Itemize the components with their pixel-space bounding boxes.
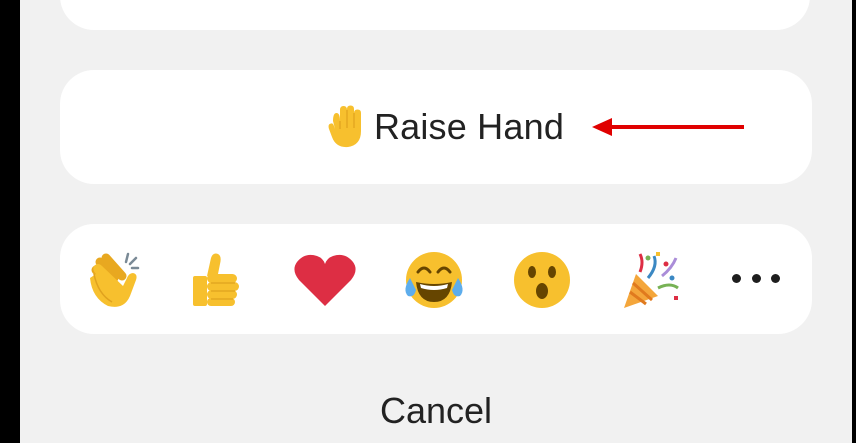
annotation-arrow: [592, 118, 744, 136]
party-popper-icon[interactable]: [618, 248, 682, 312]
clapping-hands-icon[interactable]: [80, 248, 144, 312]
tears-of-joy-icon[interactable]: [402, 248, 466, 312]
reaction-sheet: Raise Hand Cancel: [20, 0, 852, 443]
more-options-icon[interactable]: [732, 262, 780, 294]
more-dot: [732, 273, 741, 283]
red-heart-icon[interactable]: [293, 248, 357, 312]
surprised-face-icon[interactable]: [510, 248, 574, 312]
thumbs-up-icon[interactable]: [185, 248, 249, 312]
reactions-bar: [60, 224, 812, 334]
more-dot: [751, 273, 761, 283]
more-dot: [771, 273, 780, 283]
cancel-button[interactable]: Cancel: [20, 390, 852, 432]
raise-hand-label: Raise Hand: [373, 106, 565, 147]
raise-hand-content: Raise Hand: [326, 105, 564, 149]
raised-hand-icon: [328, 105, 361, 148]
previous-option-card[interactable]: [60, 0, 810, 30]
